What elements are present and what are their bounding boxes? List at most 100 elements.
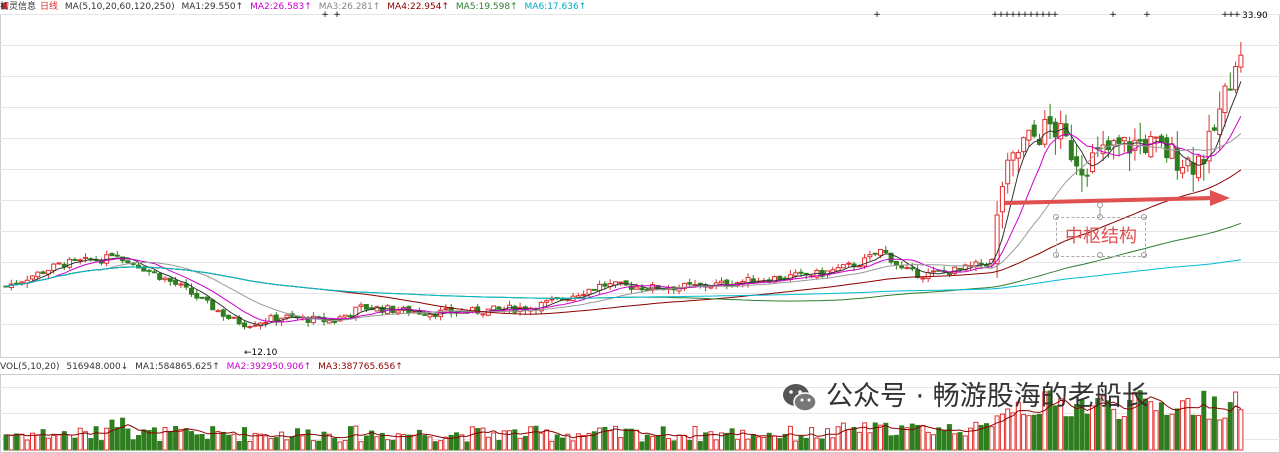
candle-body <box>146 269 152 272</box>
volume-bar <box>846 429 852 451</box>
candle <box>56 262 62 265</box>
volume-bar <box>809 427 815 451</box>
candle <box>1021 136 1027 157</box>
volume-bar <box>114 427 120 451</box>
candle-body <box>899 265 905 269</box>
candle-body <box>931 270 936 273</box>
volume-bar <box>8 434 14 451</box>
candle <box>920 277 926 283</box>
volume-bar <box>475 428 481 451</box>
volume-bar <box>915 424 921 451</box>
candle <box>242 320 247 330</box>
volume-bar <box>952 433 958 451</box>
candle-body <box>167 277 173 282</box>
candle-body <box>618 281 624 284</box>
candle <box>178 281 184 289</box>
candle-body <box>957 267 963 270</box>
volume-bar <box>98 440 104 451</box>
volume-bar <box>464 441 470 451</box>
candle-body <box>422 313 428 316</box>
volume-bar <box>257 433 263 451</box>
volume-bar <box>1238 409 1244 451</box>
volume-bar <box>35 434 41 451</box>
volume-bar <box>644 434 650 451</box>
volume-bar <box>491 432 497 451</box>
volume-bar <box>427 436 433 451</box>
volume-bar <box>1201 390 1207 451</box>
candle <box>719 277 724 285</box>
candle <box>1206 114 1212 174</box>
volume-bar <box>189 431 194 451</box>
candle <box>194 289 200 301</box>
candle-body <box>1042 119 1048 145</box>
volume-bar <box>448 434 454 451</box>
volume-bar <box>1010 412 1016 451</box>
volume-bar <box>904 427 910 451</box>
candle-body <box>867 254 873 258</box>
candle-body <box>215 310 221 313</box>
candle-body <box>263 321 269 324</box>
volume-bar <box>485 436 491 451</box>
volume-bar <box>300 435 306 451</box>
candle-body <box>602 283 608 287</box>
candle-body <box>67 258 73 268</box>
volume-bar <box>194 434 200 451</box>
candle-body <box>878 248 883 256</box>
candle <box>1031 119 1037 139</box>
candle-body <box>1074 156 1080 167</box>
volume-header: VOL(5,10,20) 516948.000↓ MA1:584865.625↑… <box>0 360 407 374</box>
candle-body <box>1031 124 1037 137</box>
volume-bar <box>803 437 809 451</box>
candle-body <box>252 324 258 327</box>
candle <box>379 305 385 315</box>
candle-body <box>348 315 353 318</box>
candle <box>1211 124 1217 132</box>
volume-bar <box>432 441 438 451</box>
volume-bar <box>273 437 279 451</box>
candle <box>220 308 226 321</box>
candle <box>607 279 613 290</box>
volume-bar <box>295 428 300 451</box>
volume-bar <box>226 434 232 451</box>
volume-bar <box>1148 401 1154 451</box>
candle <box>268 313 274 322</box>
candle <box>1079 155 1085 192</box>
price-header: 初灵信息 日线 MA(5,10,20,60,120,250) MA1:29.550… <box>0 0 590 14</box>
volume-bar <box>3 434 9 451</box>
candle-body <box>427 313 433 318</box>
volume-bar <box>411 434 417 451</box>
volume-bar <box>454 432 459 451</box>
volume-bar <box>639 441 645 451</box>
signal-marker: + <box>1051 10 1059 20</box>
ma-param-label: MA(5,10,20,60,120,250) <box>64 2 175 12</box>
candle <box>1005 152 1011 194</box>
candle <box>1052 118 1058 155</box>
candle <box>840 264 846 269</box>
volume-bar <box>713 439 719 451</box>
volume-bar <box>787 425 793 451</box>
candle-body <box>1010 152 1016 161</box>
signal-marker: + <box>1143 10 1151 20</box>
candle <box>72 257 78 261</box>
candle-body <box>109 253 115 257</box>
candle <box>358 302 364 311</box>
volume-bar <box>374 436 380 451</box>
volume-bar <box>883 422 889 451</box>
candle <box>1153 136 1159 153</box>
ma4-value: MA4:22.954↑ <box>387 2 450 12</box>
candle-body <box>634 286 640 290</box>
candle-body <box>1180 167 1186 174</box>
candle <box>1238 41 1244 73</box>
signal-marker: + <box>1233 10 1241 20</box>
candle-body <box>1169 143 1175 159</box>
candle-body <box>597 283 603 291</box>
volume-bar <box>878 424 883 451</box>
candle <box>713 279 719 290</box>
volume-bar <box>151 427 157 451</box>
candle <box>1100 130 1106 162</box>
candle-body <box>247 326 253 329</box>
volume-bar <box>830 437 836 451</box>
volume-bar <box>851 426 857 451</box>
volume-bar <box>814 437 820 451</box>
volume-bar <box>215 430 221 451</box>
